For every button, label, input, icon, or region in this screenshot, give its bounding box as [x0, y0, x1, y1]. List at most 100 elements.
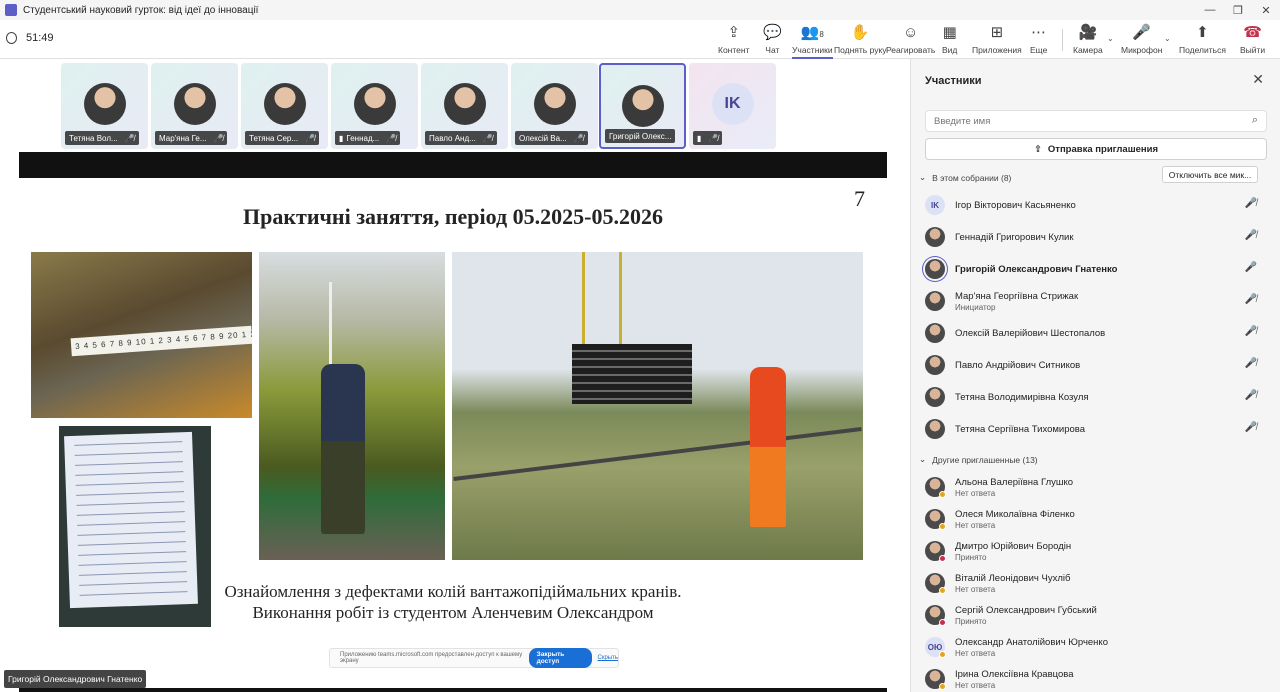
- mic-off-icon: 🎤̸: [386, 133, 397, 143]
- participant-row[interactable]: Геннадій Григорович Кулик 🎤̸: [925, 224, 1267, 250]
- participant-video: [353, 83, 396, 125]
- mic-off-icon[interactable]: 🎤̸: [1245, 230, 1257, 241]
- avatar: ОЮ: [925, 637, 946, 658]
- timer-text: 51:49: [26, 32, 54, 44]
- leave-button[interactable]: ☎ Выйти: [1240, 24, 1265, 55]
- content-button[interactable]: ⇪ Контент: [718, 24, 750, 55]
- in-meeting-section-header[interactable]: ⌄ В этом собрании (8): [919, 172, 1011, 183]
- mic-off-icon[interactable]: 🎤̸: [1245, 326, 1257, 337]
- toolbar-divider: [1062, 29, 1063, 51]
- stop-sharing-button[interactable]: Закрыть доступ: [528, 648, 592, 668]
- participant-row[interactable]: Тетяна Сергіївна Тихомирова 🎤̸: [925, 416, 1267, 442]
- grid-view-icon: ▦: [942, 24, 957, 41]
- invitee-row[interactable]: Альона Валеріївна Глушко Нет ответа: [925, 474, 1267, 500]
- video-tile[interactable]: Павло Анд... 🎤̸: [421, 63, 508, 149]
- chat-icon: 💬: [763, 24, 782, 41]
- presentation-slide: 7 Практичні заняття, період 05.2025-05.2…: [19, 152, 887, 692]
- microphone-button[interactable]: 🎤 Микрофон: [1121, 24, 1162, 55]
- search-input[interactable]: Введите имя ⌕: [925, 110, 1267, 132]
- video-tile[interactable]: Мар'яна Ге... 🎤̸: [151, 63, 238, 149]
- participant-video: [263, 83, 306, 125]
- avatar: [925, 259, 945, 279]
- status-dot: [939, 555, 946, 562]
- photo-rail-measurement: 3 4 5 6 7 8 9 10 1 2 3 4 5 6 7 8 9 20 1 …: [31, 252, 252, 418]
- share-link-icon: ⇪: [1033, 143, 1042, 155]
- mic-off-icon[interactable]: 🎤̸: [1245, 198, 1257, 209]
- tile-name: Геннад...: [346, 133, 380, 143]
- video-tile[interactable]: ▮ Геннад... 🎤̸: [331, 63, 418, 149]
- participant-row[interactable]: Мар'яна Георгіївна Стрижак Инициатор 🎤̸: [925, 288, 1267, 314]
- chevron-down-icon: ⌄: [919, 454, 927, 464]
- apps-icon: ⊞: [990, 24, 1004, 41]
- react-button[interactable]: ☺ Реагировать: [886, 24, 935, 55]
- avatar: [925, 387, 945, 407]
- participant-video: [533, 83, 576, 125]
- more-button[interactable]: ⋯ Еще: [1030, 24, 1047, 55]
- close-window-button[interactable]: ✕: [1252, 0, 1280, 20]
- avatar: [925, 605, 946, 626]
- invitee-row[interactable]: Дмитро Юрійович Бородін Принято: [925, 538, 1267, 564]
- video-tile[interactable]: Тетяна Вол... 🎤̸: [61, 63, 148, 149]
- participants-count: 8: [819, 30, 824, 39]
- search-icon: ⌕: [1251, 114, 1258, 126]
- microphone-options-chevron-icon[interactable]: ⌄: [1164, 34, 1171, 43]
- hide-notice-link[interactable]: Скрыть: [598, 655, 618, 661]
- mic-off-icon[interactable]: 🎤̸: [1245, 294, 1257, 305]
- slide-caption-line-2: Виконання робіт із студентом Аленчевим О…: [252, 603, 654, 622]
- video-tile[interactable]: Олексій Ва... 🎤̸: [511, 63, 598, 149]
- mic-off-icon[interactable]: 🎤̸: [1245, 390, 1257, 401]
- close-icon[interactable]: ✕: [1252, 71, 1264, 88]
- invitee-row[interactable]: Ірина Олексіївна Кравцова Нет ответа: [925, 666, 1267, 692]
- status-dot: [939, 619, 946, 626]
- tile-name: Тетяна Сер...: [249, 133, 299, 143]
- raise-hand-button[interactable]: ✋ Поднять руку: [834, 24, 887, 55]
- maximize-button[interactable]: ❐: [1224, 0, 1252, 20]
- others-invited-section-header[interactable]: ⌄ Другие приглашенные (13): [919, 454, 1038, 465]
- hang-up-icon: ☎: [1243, 24, 1262, 41]
- participants-button[interactable]: 👥8 Участники: [792, 24, 833, 59]
- meeting-toolbar: 51:49 ⇪ Контент 💬 Чат 👥8 Участники ✋ Под…: [0, 20, 1280, 59]
- mute-all-button[interactable]: Отключить все мик...: [1162, 166, 1258, 183]
- participant-row[interactable]: Тетяна Володимирівна Козуля 🎤̸: [925, 384, 1267, 410]
- measuring-tape: 3 4 5 6 7 8 9 10 1 2 3 4 5 6 7 8 9 20 1 …: [70, 325, 252, 357]
- invitee-row[interactable]: Віталій Леонідович Чухліб Нет ответа: [925, 570, 1267, 596]
- invitee-row[interactable]: ОЮ Олександр Анатолійович Юрченко Нет отв…: [925, 634, 1267, 660]
- mic-off-icon[interactable]: 🎤̸: [1245, 422, 1257, 433]
- participant-row[interactable]: IK Ігор Вікторович Касьяненко 🎤̸: [925, 192, 1267, 218]
- mic-off-icon[interactable]: 🎤̸: [1245, 358, 1257, 369]
- invitee-row[interactable]: Олеся Миколаївна Філенко Нет ответа: [925, 506, 1267, 532]
- video-tile-active-speaker[interactable]: Григорій Олекс...: [599, 63, 686, 149]
- signal-icon: ▮: [697, 133, 702, 143]
- window-title: Студентський науковий гурток: від ідеї д…: [23, 4, 259, 16]
- view-button[interactable]: ▦ Вид: [942, 24, 957, 55]
- tile-name: Олексій Ва...: [519, 133, 567, 143]
- invite-status: Нет ответа: [955, 520, 996, 530]
- participant-row[interactable]: Григорій Олександрович Гнатенко 🎤: [925, 256, 1267, 282]
- mic-off-icon: 🎤̸: [305, 133, 316, 143]
- mic-on-icon[interactable]: 🎤: [1245, 262, 1257, 273]
- share-button[interactable]: ⬆ Поделиться: [1179, 24, 1226, 55]
- invite-status: Нет ответа: [955, 680, 996, 690]
- video-tile[interactable]: Тетяна Сер... 🎤̸: [241, 63, 328, 149]
- participant-row[interactable]: Олексій Валерійович Шестопалов 🎤̸: [925, 320, 1267, 346]
- tile-name: Григорій Олекс...: [609, 131, 672, 141]
- emoji-icon: ☺: [903, 24, 919, 41]
- slide-heading: Практичні заняття, період 05.2025-05.202…: [243, 204, 663, 229]
- avatar: [925, 291, 945, 311]
- slide-top-bar: [19, 152, 887, 178]
- minimize-button[interactable]: —: [1196, 0, 1224, 20]
- share-notice-text: Приложению teams.microsoft.com предостав…: [340, 652, 523, 664]
- send-invite-button[interactable]: ⇪ Отправка приглашения: [925, 138, 1267, 160]
- camera-button[interactable]: 🎥 Камера: [1073, 24, 1103, 55]
- mic-off-icon: 🎤̸: [482, 133, 493, 143]
- participant-row[interactable]: Павло Андрійович Ситников 🎤̸: [925, 352, 1267, 378]
- invitee-row[interactable]: Сергій Олександрович Губський Принято: [925, 602, 1267, 628]
- slide-caption-line-1: Ознайомлення з дефектами колій вантажопі…: [224, 582, 682, 601]
- chat-button[interactable]: 💬 Чат: [763, 24, 782, 55]
- status-dot: [939, 491, 946, 498]
- video-tile[interactable]: IK ▮ 🎤̸: [689, 63, 776, 149]
- status-dot: [939, 683, 946, 690]
- avatar: [925, 509, 946, 530]
- camera-options-chevron-icon[interactable]: ⌄: [1107, 34, 1114, 43]
- apps-button[interactable]: ⊞ Приложения: [972, 24, 1022, 55]
